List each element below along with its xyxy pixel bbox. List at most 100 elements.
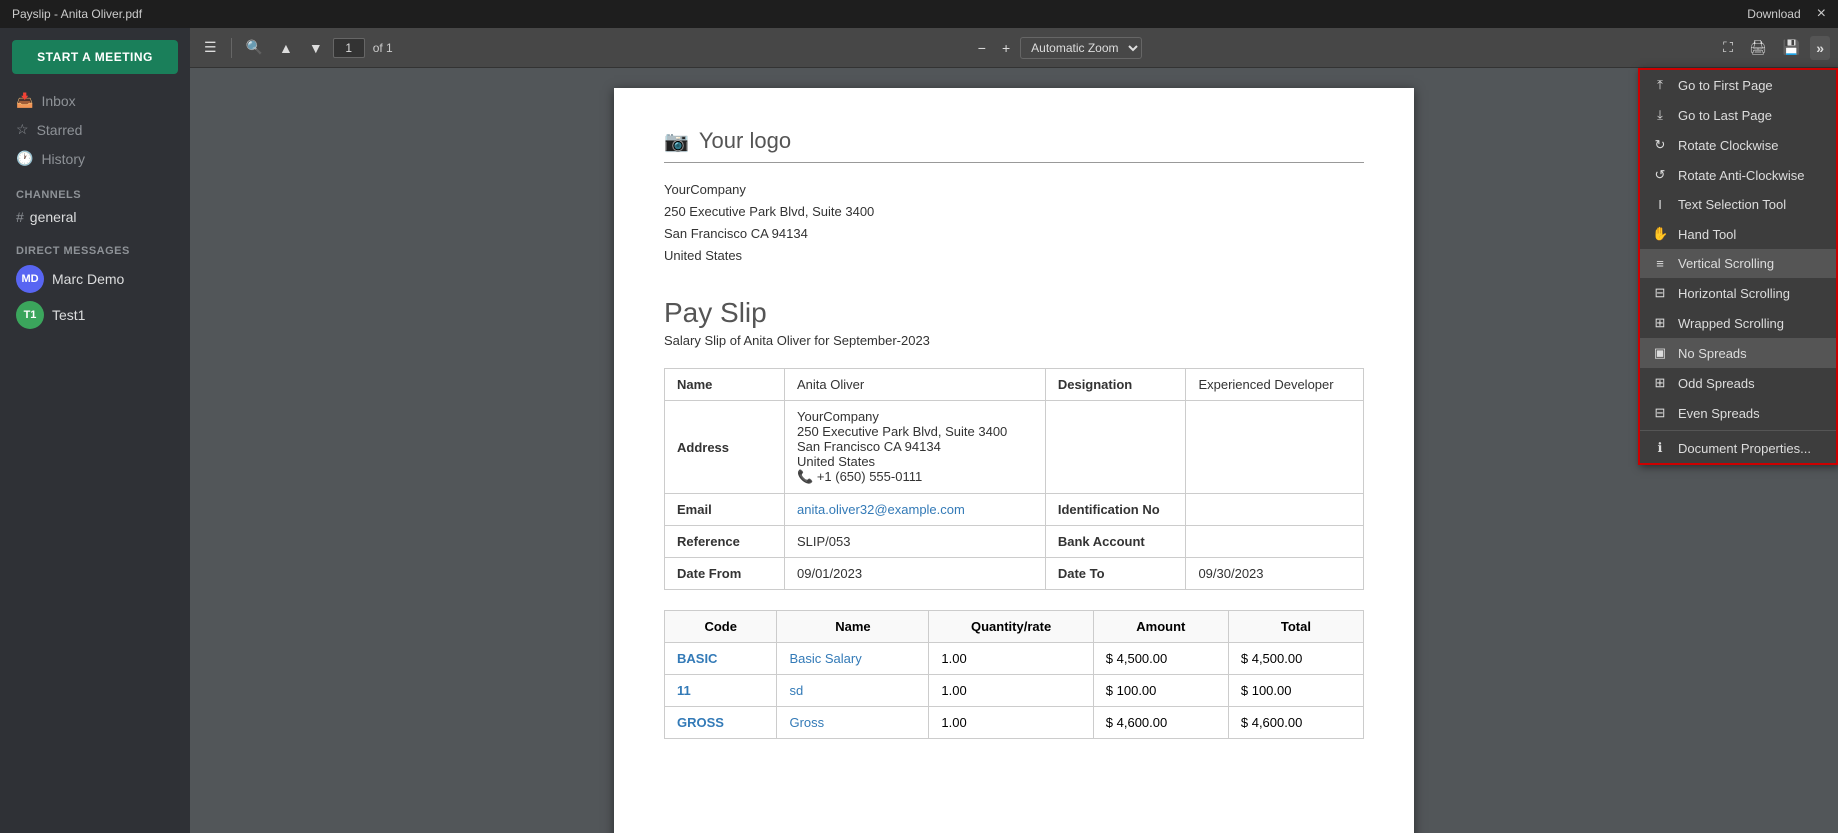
go-first-label: Go to First Page bbox=[1678, 78, 1773, 93]
cell-qty: 1.00 bbox=[929, 675, 1093, 707]
logo-text: Your logo bbox=[699, 128, 791, 154]
dropdown-even-spreads[interactable]: ⊟ Even Spreads bbox=[1640, 398, 1836, 428]
dropdown-wrapped-scroll[interactable]: ⊞ Wrapped Scrolling bbox=[1640, 308, 1836, 338]
payslip-subtitle: Salary Slip of Anita Oliver for Septembe… bbox=[664, 333, 1364, 348]
col-name: Name bbox=[777, 611, 929, 643]
no-spreads-icon: ▣ bbox=[1652, 345, 1668, 361]
date-to-label: Date To bbox=[1045, 558, 1186, 590]
zoom-in-button[interactable]: + bbox=[996, 36, 1016, 60]
dropdown-text-select[interactable]: I Text Selection Tool bbox=[1640, 190, 1836, 219]
address-company: YourCompany bbox=[797, 409, 1033, 424]
name-value: Anita Oliver bbox=[785, 369, 1046, 401]
rotate-cw-label: Rotate Clockwise bbox=[1678, 138, 1778, 153]
salary-table-row: BASIC Basic Salary 1.00 $ 4,500.00 $ 4,5… bbox=[665, 643, 1364, 675]
dropdown-vertical-scroll[interactable]: ≡ Vertical Scrolling bbox=[1640, 249, 1836, 278]
email-link[interactable]: anita.oliver32@example.com bbox=[797, 502, 965, 517]
close-button[interactable]: × bbox=[1817, 5, 1826, 23]
cell-name: Basic Salary bbox=[777, 643, 929, 675]
employee-info-table: Name Anita Oliver Designation Experience… bbox=[664, 368, 1364, 590]
col-total: Total bbox=[1228, 611, 1363, 643]
table-row: Email anita.oliver32@example.com Identif… bbox=[665, 494, 1364, 526]
dropdown-go-first[interactable]: ⤒ Go to First Page bbox=[1640, 70, 1836, 100]
sidebar-dm-marc[interactable]: MD Marc Demo bbox=[0, 261, 190, 297]
salary-table-head: Code Name Quantity/rate Amount Total bbox=[665, 611, 1364, 643]
company-address1: 250 Executive Park Blvd, Suite 3400 bbox=[664, 201, 1364, 223]
wrapped-scroll-label: Wrapped Scrolling bbox=[1678, 316, 1784, 331]
toggle-sidebar-button[interactable]: ☰ bbox=[198, 35, 223, 60]
sidebar-item-history[interactable]: 🕐 History bbox=[0, 144, 190, 173]
print-button[interactable]: 🖨 bbox=[1743, 35, 1773, 60]
salary-header-row: Code Name Quantity/rate Amount Total bbox=[665, 611, 1364, 643]
salary-table: Code Name Quantity/rate Amount Total BAS… bbox=[664, 610, 1364, 739]
zoom-select[interactable]: Automatic Zoom 50% 75% 100% 125% bbox=[1020, 37, 1142, 59]
channel-general-label: general bbox=[30, 209, 77, 225]
separator-1 bbox=[231, 38, 232, 58]
dropdown-horizontal-scroll[interactable]: ⊟ Horizontal Scrolling bbox=[1640, 278, 1836, 308]
dropdown-doc-props[interactable]: ℹ Document Properties... bbox=[1640, 433, 1836, 463]
prev-page-button[interactable]: ▲ bbox=[273, 36, 299, 60]
company-info: YourCompany 250 Executive Park Blvd, Sui… bbox=[664, 179, 1364, 267]
zoom-out-button[interactable]: − bbox=[972, 36, 992, 60]
dropdown-hand-tool[interactable]: ✋ Hand Tool bbox=[1640, 219, 1836, 249]
cell-total: $ 100.00 bbox=[1228, 675, 1363, 707]
date-from-label: Date From bbox=[665, 558, 785, 590]
company-name: YourCompany bbox=[664, 179, 1364, 201]
sidebar-channel-general[interactable]: # general bbox=[0, 205, 190, 229]
date-to-value: 09/30/2023 bbox=[1186, 558, 1364, 590]
find-button[interactable]: 🔍 bbox=[240, 35, 269, 60]
dropdown-odd-spreads[interactable]: ⊞ Odd Spreads bbox=[1640, 368, 1836, 398]
sidebar-inbox-label: Inbox bbox=[41, 93, 75, 109]
dropdown-rotate-ccw[interactable]: ↺ Rotate Anti-Clockwise bbox=[1640, 160, 1836, 190]
bank-label: Bank Account bbox=[1045, 526, 1186, 558]
pdf-content[interactable]: 📷 Your logo YourCompany 250 Executive Pa… bbox=[190, 68, 1838, 833]
next-page-button[interactable]: ▼ bbox=[303, 36, 329, 60]
titlebar-right: Download × bbox=[1747, 5, 1826, 23]
avatar-test1: T1 bbox=[16, 301, 44, 329]
email-label: Email bbox=[665, 494, 785, 526]
id-label: Identification No bbox=[1045, 494, 1186, 526]
sidebar-dm-test1[interactable]: T1 Test1 bbox=[0, 297, 190, 333]
zoom-container: − + Automatic Zoom 50% 75% 100% 125% bbox=[972, 36, 1142, 60]
start-meeting-button[interactable]: START A MEETING bbox=[12, 40, 178, 74]
hand-tool-icon: ✋ bbox=[1652, 226, 1668, 242]
dropdown-go-last[interactable]: ⤓ Go to Last Page bbox=[1640, 100, 1836, 130]
cell-qty: 1.00 bbox=[929, 707, 1093, 739]
camera-icon: 📷 bbox=[664, 129, 689, 154]
hand-tool-label: Hand Tool bbox=[1678, 227, 1736, 242]
download-button[interactable]: Download bbox=[1747, 7, 1800, 21]
header-divider bbox=[664, 162, 1364, 163]
reference-label: Reference bbox=[665, 526, 785, 558]
address-street: 250 Executive Park Blvd, Suite 3400 bbox=[797, 424, 1033, 439]
channels-header: CHANNELS bbox=[0, 173, 190, 205]
col-qty: Quantity/rate bbox=[929, 611, 1093, 643]
company-header: 📷 Your logo bbox=[664, 128, 1364, 154]
save-button[interactable]: 💾 bbox=[1777, 35, 1806, 60]
address-country: United States bbox=[797, 454, 1033, 469]
fullscreen-button[interactable]: ⛶ bbox=[1717, 35, 1739, 60]
sidebar-item-inbox[interactable]: 📥 Inbox bbox=[0, 86, 190, 115]
more-tools-dropdown: ⤒ Go to First Page ⤓ Go to Last Page ↻ R… bbox=[1638, 68, 1838, 465]
more-tools-button[interactable]: » bbox=[1810, 36, 1830, 60]
titlebar-title-text: Payslip - Anita Oliver.pdf bbox=[12, 7, 142, 21]
doc-props-icon: ℹ bbox=[1652, 440, 1668, 456]
date-from-value: 09/01/2023 bbox=[785, 558, 1046, 590]
salary-table-row: 11 sd 1.00 $ 100.00 $ 100.00 bbox=[665, 675, 1364, 707]
salary-table-body: BASIC Basic Salary 1.00 $ 4,500.00 $ 4,5… bbox=[665, 643, 1364, 739]
id-value bbox=[1186, 494, 1364, 526]
text-select-label: Text Selection Tool bbox=[1678, 197, 1786, 212]
odd-spreads-label: Odd Spreads bbox=[1678, 376, 1755, 391]
even-spreads-icon: ⊟ bbox=[1652, 405, 1668, 421]
vertical-scroll-label: Vertical Scrolling bbox=[1678, 256, 1774, 271]
cell-name: Gross bbox=[777, 707, 929, 739]
designation-label: Designation bbox=[1045, 369, 1186, 401]
sidebar-item-starred[interactable]: ☆ Starred bbox=[0, 115, 190, 144]
cell-name: sd bbox=[777, 675, 929, 707]
sidebar-history-label: History bbox=[41, 151, 85, 167]
dropdown-rotate-cw[interactable]: ↻ Rotate Clockwise bbox=[1640, 130, 1836, 160]
page-number-input[interactable]: 1 bbox=[333, 38, 365, 58]
dropdown-no-spreads[interactable]: ▣ No Spreads bbox=[1640, 338, 1836, 368]
rotate-cw-icon: ↻ bbox=[1652, 137, 1668, 153]
company-country: United States bbox=[664, 245, 1364, 267]
rotate-ccw-label: Rotate Anti-Clockwise bbox=[1678, 168, 1804, 183]
cell-total: $ 4,600.00 bbox=[1228, 707, 1363, 739]
